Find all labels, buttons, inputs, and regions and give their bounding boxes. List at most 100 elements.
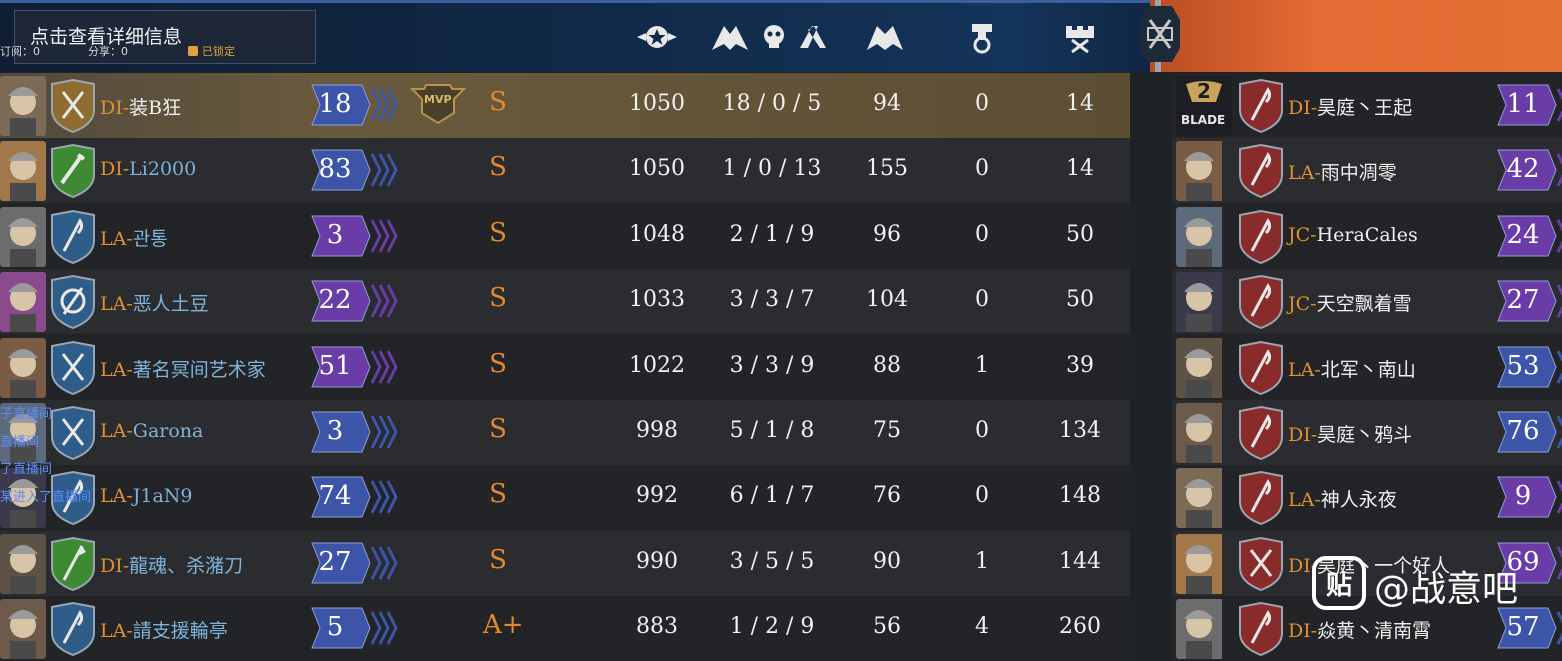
enemy-avatar[interactable]: [1176, 272, 1232, 333]
helmet-stat-value: 94: [873, 91, 901, 116]
score-value: 1033: [629, 287, 685, 313]
locked-status: 已锁定: [188, 43, 235, 59]
enemy-avatar[interactable]: [1176, 337, 1232, 398]
player-avatar[interactable]: [0, 533, 46, 594]
kda-value: 18 / 0 / 5: [722, 91, 822, 116]
player-avatar[interactable]: [0, 141, 46, 202]
helmet-stat-value: 76: [873, 483, 901, 509]
siege-stat-value: 0: [975, 156, 989, 182]
mvp-badge-icon: [409, 83, 467, 129]
kda-value: 1 / 2 / 9: [729, 614, 815, 640]
fortress-stat-value: 50: [1066, 221, 1094, 247]
team-prefix: LA-: [100, 485, 133, 508]
player-name-text: 著名冥间艺术家: [132, 358, 266, 381]
share-label: 分享：0: [88, 45, 128, 58]
helmet-stat-value: 75: [873, 418, 901, 443]
fortress-stat-value: 148: [1059, 483, 1101, 509]
enemy-weapon-icon: [1236, 601, 1286, 657]
team-prefix: LA-: [100, 358, 133, 381]
enemy-avatar[interactable]: [1176, 403, 1232, 463]
enemy-avatar[interactable]: [1176, 468, 1232, 529]
fortress-stat-value: 50: [1066, 287, 1094, 313]
enemy-avatar[interactable]: [1176, 206, 1232, 267]
player-avatar[interactable]: [0, 272, 46, 333]
player-name[interactable]: LA-Garona: [100, 420, 203, 442]
player-avatar[interactable]: [0, 76, 46, 136]
helmet-stat-value: 90: [873, 548, 901, 574]
team-prefix: DI-: [100, 554, 130, 577]
enemy-avatar[interactable]: [1176, 533, 1232, 594]
enemy-player-name[interactable]: LA-雨中凋零: [1288, 158, 1397, 185]
player-name[interactable]: DI-装B狂: [100, 93, 181, 120]
player-avatar[interactable]: [0, 337, 46, 398]
enemy-team-header: [1150, 0, 1562, 72]
score-value: 1050: [629, 91, 685, 116]
star-emblem-icon[interactable]: [635, 18, 679, 56]
player-name[interactable]: DI-龍魂、杀潴刀: [100, 551, 243, 578]
enemy-name-text: 昊庭丶鸦斗: [1317, 424, 1413, 446]
enemy-player-name[interactable]: LA-北军丶南山: [1288, 355, 1416, 382]
tieba-icon: 贴: [1312, 556, 1366, 610]
enemy-avatar[interactable]: [1176, 141, 1232, 202]
grade-label: A+: [483, 610, 524, 641]
helmet-stat-value: 56: [873, 614, 901, 640]
player-name[interactable]: LA-請支援輪亭: [100, 616, 228, 643]
team-prefix: LA-: [1288, 162, 1321, 185]
player-name[interactable]: DI-Li2000: [100, 158, 196, 180]
grade-label: S: [489, 348, 507, 379]
kda-value: 1 / 0 / 13: [722, 156, 822, 182]
enemy-weapon-icon: [1236, 340, 1286, 396]
enemy-level-number: 57: [1506, 612, 1540, 643]
enemy-name-text: 北军丶南山: [1320, 358, 1416, 381]
grade-label: S: [489, 414, 507, 444]
siege-stat-value: 1: [975, 352, 989, 378]
player-name[interactable]: LA-著名冥间艺术家: [100, 355, 266, 382]
spear-weapon-icon: [48, 536, 98, 592]
helmet-stat-value: 104: [866, 287, 908, 313]
enemy-weapon-icon: [1236, 143, 1286, 199]
player-name-text: 恶人土豆: [132, 293, 209, 316]
player-name-text: 装B狂: [129, 97, 182, 119]
enemy-name-text: 焱黄丶清南霄: [1317, 620, 1432, 643]
team-prefix: JC-: [1288, 223, 1317, 246]
enemy-weapon-icon: [1236, 405, 1286, 461]
shield-sword-weapon-icon: [48, 274, 98, 330]
level-number: 83: [318, 154, 352, 185]
kills-deaths-assists-icon[interactable]: [708, 18, 828, 56]
player-name[interactable]: LA-관통: [100, 224, 168, 251]
enemy-level-number: 27: [1506, 285, 1540, 316]
player-avatar[interactable]: [0, 206, 46, 267]
fortress-icon[interactable]: [1058, 18, 1102, 56]
player-name-text: Li2000: [129, 158, 197, 181]
level-number: 22: [318, 285, 352, 316]
level-number: 3: [326, 416, 344, 446]
siege-stat-value: 1: [975, 548, 989, 574]
score-value: 992: [636, 483, 678, 509]
enemy-avatar[interactable]: [1176, 599, 1232, 660]
enemy-level-number: 76: [1506, 416, 1540, 446]
enemy-player-name[interactable]: DI-昊庭丶王起: [1288, 93, 1412, 120]
enemy-player-name[interactable]: DI-昊庭丶鸦斗: [1288, 420, 1412, 447]
level-number: 27: [318, 546, 352, 577]
enemy-player-name[interactable]: JC-HeraCales: [1288, 224, 1418, 246]
grade-label: S: [489, 283, 507, 314]
siege-stat-value: 0: [975, 287, 989, 313]
player-name-text: 龍魂、杀潴刀: [129, 554, 244, 577]
enemy-player-name[interactable]: DI-焱黄丶清南霄: [1288, 616, 1431, 643]
siege-stat-value: 4: [975, 614, 989, 640]
enemy-weapon-icon: [1236, 274, 1286, 330]
enemy-name-text: 昊庭丶王起: [1317, 97, 1413, 119]
player-name-text: J1aN9: [132, 485, 193, 508]
mvp-label: MVP: [424, 93, 452, 106]
siege-icon[interactable]: [960, 18, 1004, 56]
player-name[interactable]: LA-J1aN9: [100, 485, 193, 507]
fortress-stat-value: 144: [1059, 548, 1101, 574]
enemy-player-name[interactable]: LA-神人永夜: [1288, 485, 1397, 512]
kda-value: 6 / 1 / 7: [729, 483, 815, 509]
player-name[interactable]: LA-恶人土豆: [100, 289, 209, 316]
player-avatar[interactable]: [0, 599, 46, 660]
team-prefix: LA-: [100, 227, 133, 250]
enemy-player-name[interactable]: JC-天空飘着雪: [1288, 289, 1412, 316]
enemy-weapon-icon: [1236, 536, 1286, 592]
helmet-icon[interactable]: [863, 18, 907, 56]
